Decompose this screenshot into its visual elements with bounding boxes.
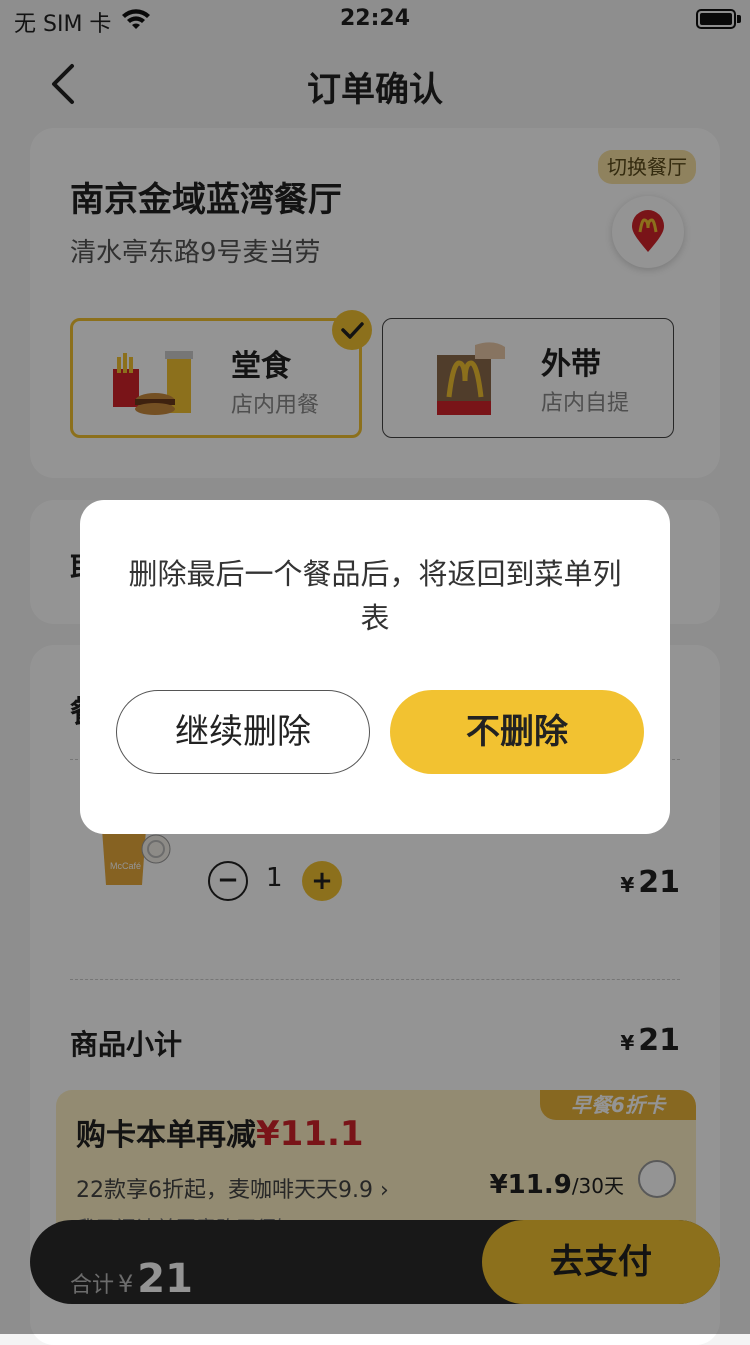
dialog-message: 删除最后一个餐品后，将返回到菜单列表 — [128, 557, 622, 635]
confirm-dialog: 删除最后一个餐品后，将返回到菜单列表 继续删除 不删除 — [80, 500, 670, 834]
keep-item-button[interactable]: 不删除 — [390, 690, 644, 774]
continue-delete-button[interactable]: 继续删除 — [116, 690, 370, 774]
